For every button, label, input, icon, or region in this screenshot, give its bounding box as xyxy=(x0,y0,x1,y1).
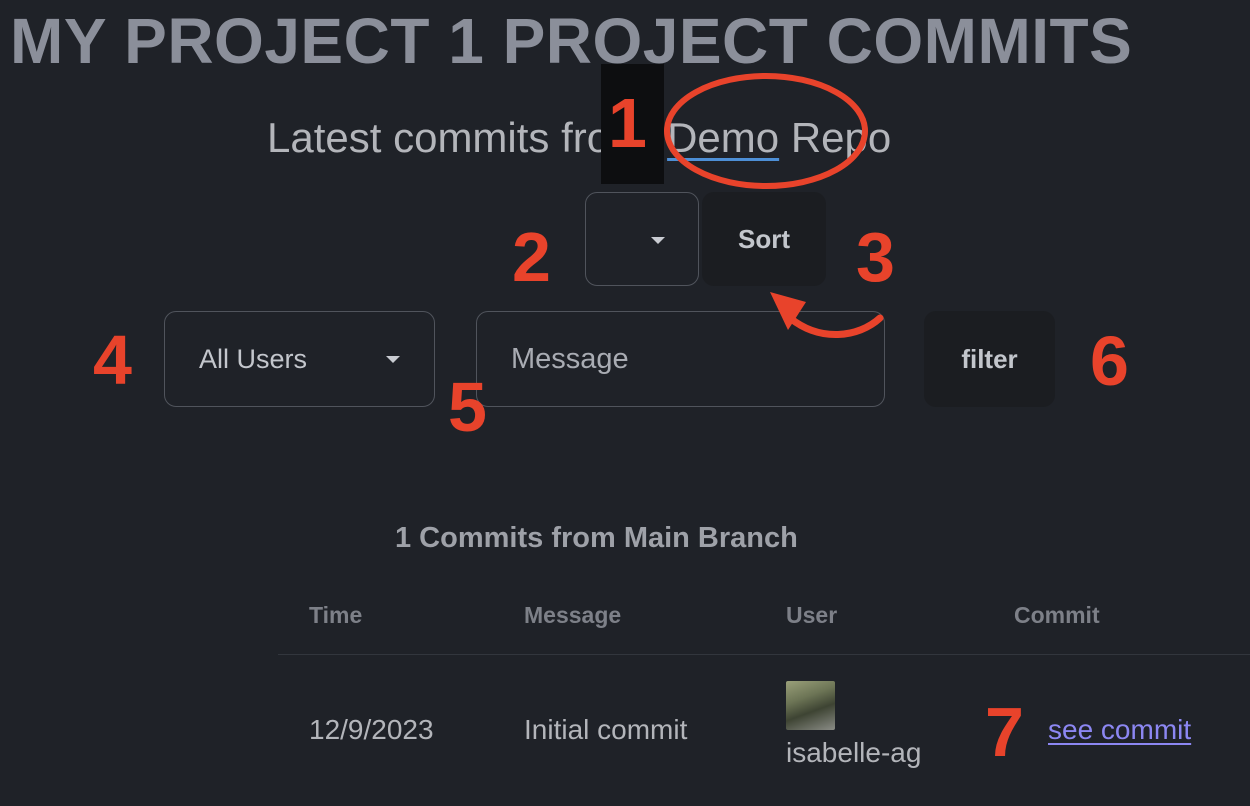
annotation-marker-7: 7 xyxy=(985,693,1024,771)
annotation-marker-5: 5 xyxy=(448,368,487,446)
annotation-marker-1: 1 xyxy=(608,84,647,162)
annotation-marker-6: 6 xyxy=(1090,322,1129,400)
annotation-marker-2: 2 xyxy=(512,218,551,296)
annotation-arrow xyxy=(786,314,884,338)
annotation-circle xyxy=(664,73,868,189)
annotation-marker-4: 4 xyxy=(93,321,132,399)
annotation-marker-3: 3 xyxy=(856,218,895,296)
